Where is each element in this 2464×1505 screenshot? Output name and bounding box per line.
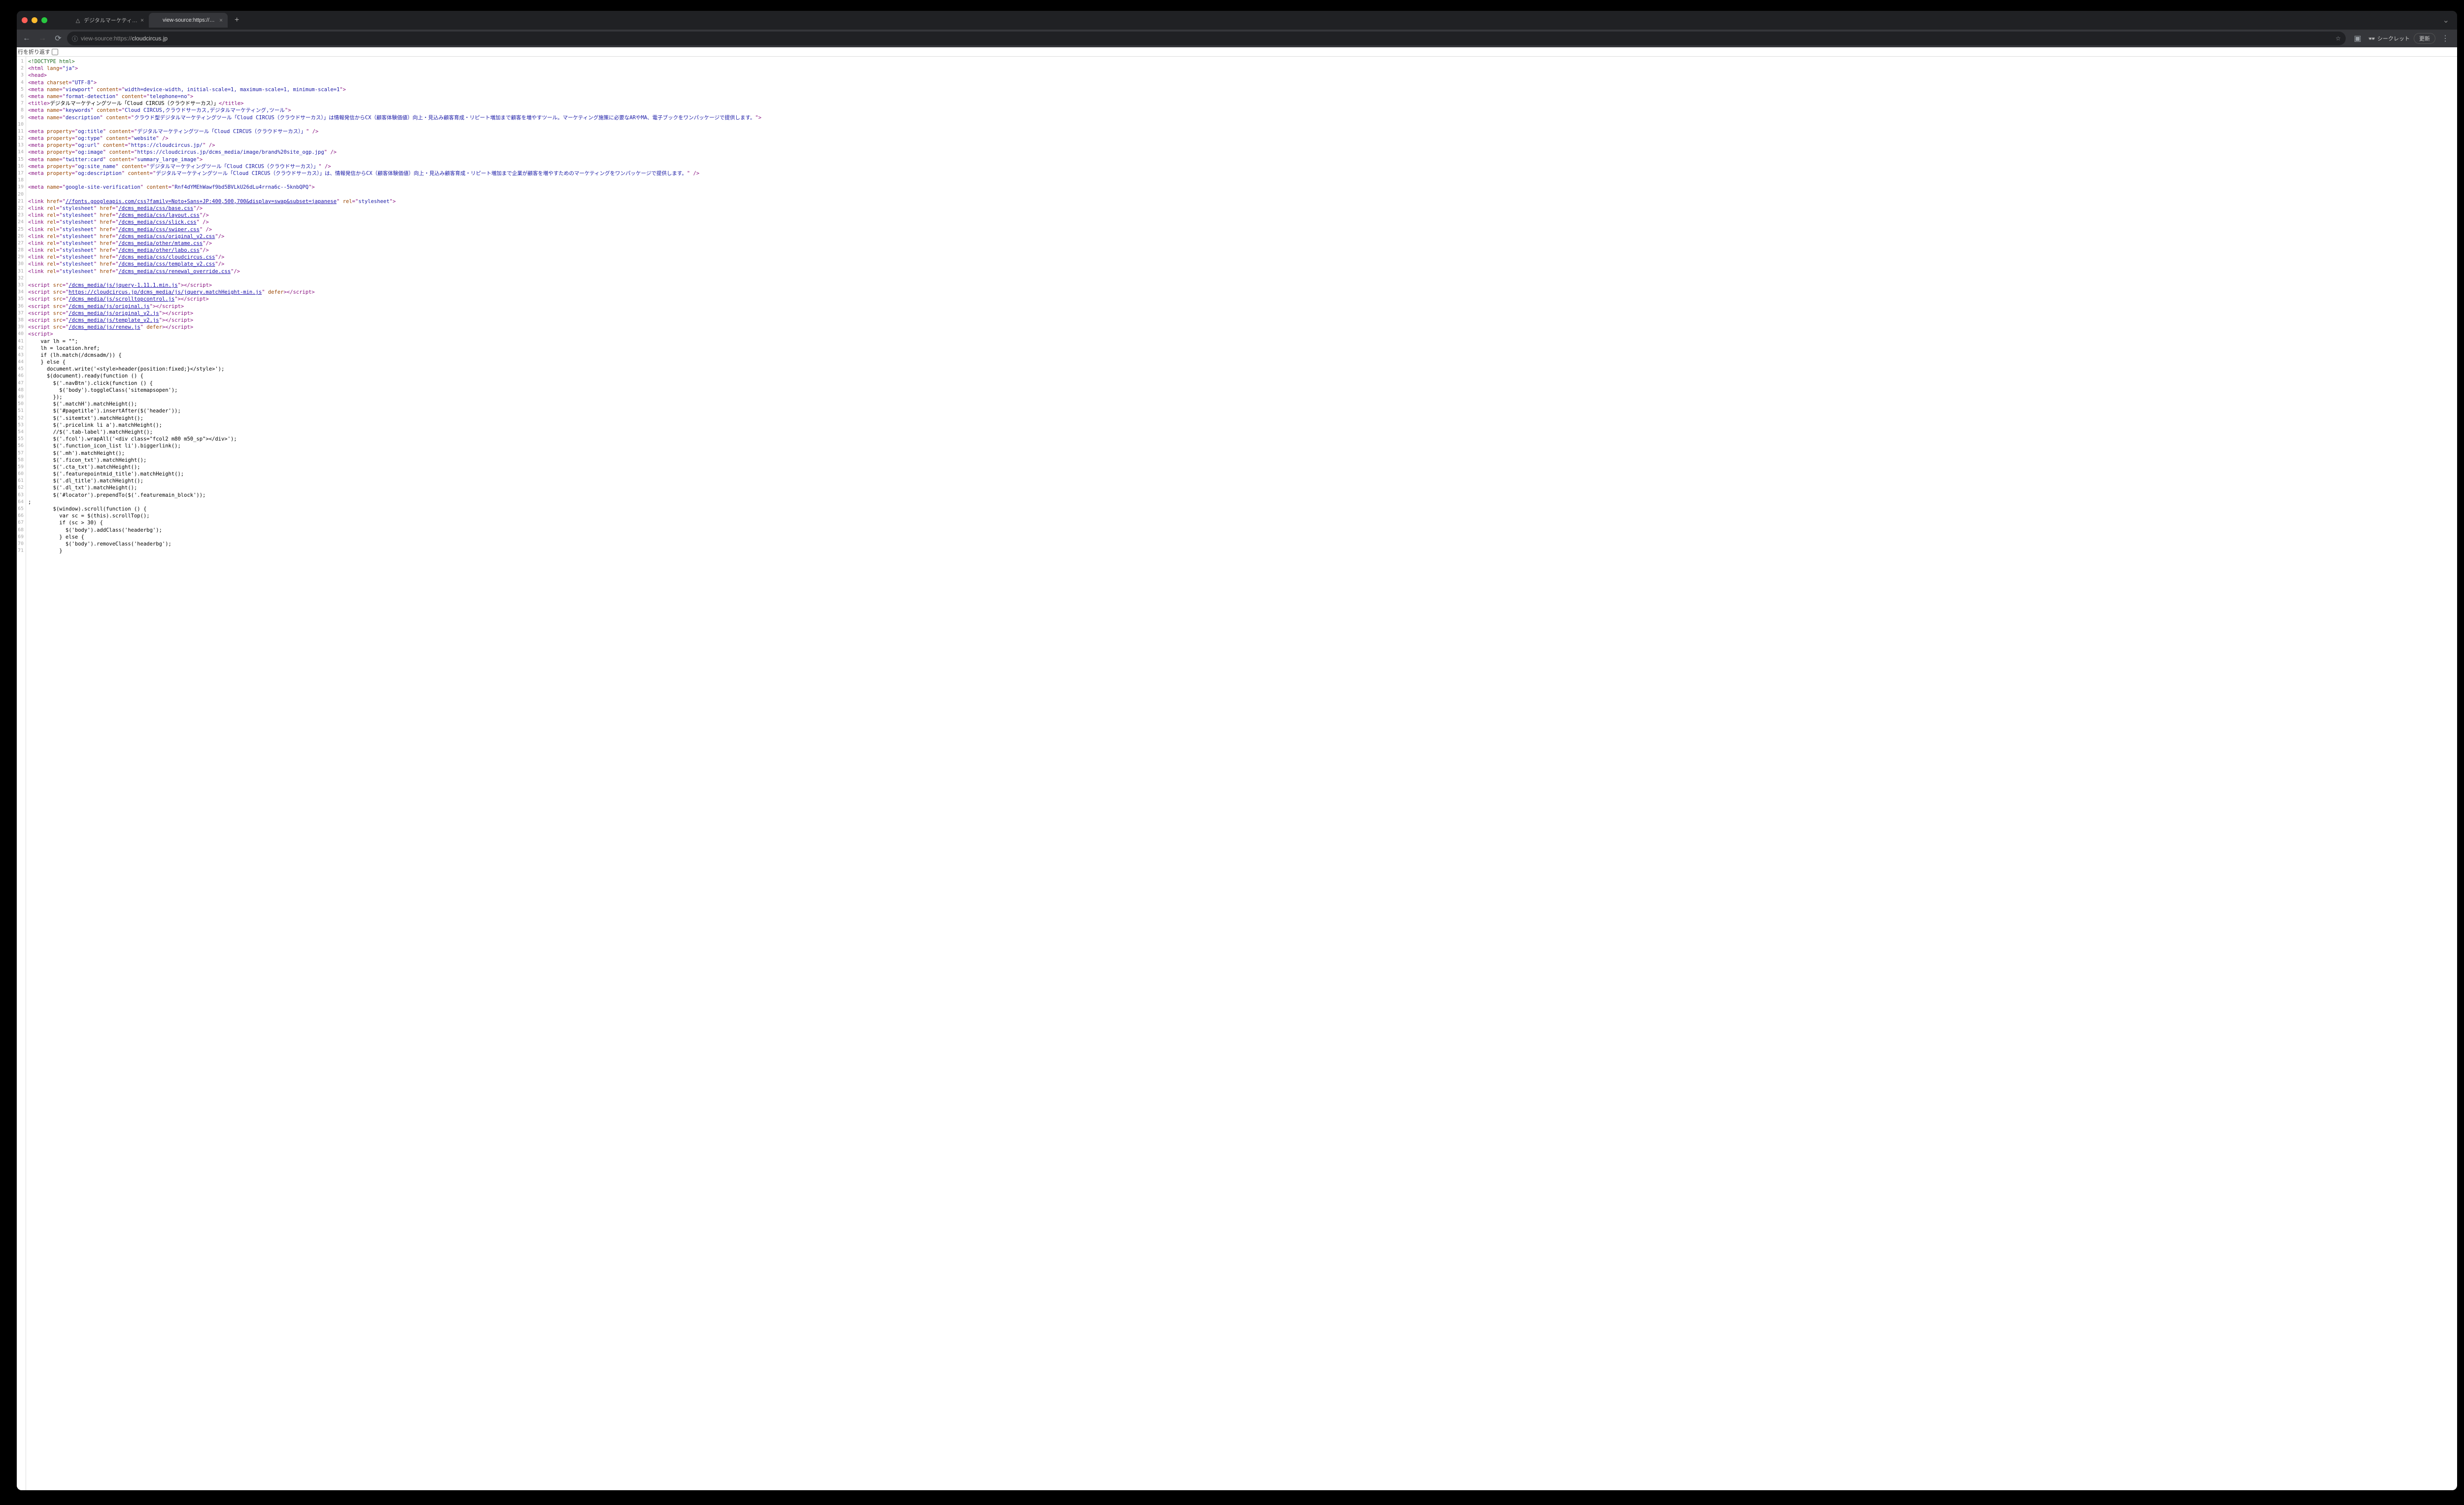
tab-0[interactable]: △デジタルマーケティングツール「C× [70, 13, 149, 28]
line-wrap-label: 行を折り返す [18, 48, 50, 56]
new-tab-button[interactable]: + [231, 16, 243, 25]
titlebar: △デジタルマーケティングツール「C×view-source:https://cl… [17, 11, 2457, 30]
close-window-button[interactable] [22, 17, 28, 23]
tab-close-icon[interactable]: × [219, 17, 223, 24]
line-number-gutter: 1234567891011121314151617181920212223242… [17, 57, 26, 1490]
minimize-window-button[interactable] [32, 17, 37, 23]
tabs-dropdown-button[interactable]: ⌄ [2440, 15, 2452, 25]
tab-close-icon[interactable]: × [140, 17, 144, 24]
tab-strip: △デジタルマーケティングツール「C×view-source:https://cl… [70, 11, 228, 30]
address-bar[interactable]: ⓘ view-source:https://cloudcircus.jp ☆ [67, 32, 2346, 45]
tab-1[interactable]: view-source:https://cloudcircu× [149, 13, 228, 28]
traffic-lights [22, 17, 47, 23]
incognito-badge: 🕶 シークレット [2368, 34, 2410, 42]
update-button[interactable]: 更新 [2414, 33, 2435, 44]
bookmark-star-icon[interactable]: ☆ [2335, 35, 2341, 42]
tab-favicon-icon: △ [75, 17, 81, 23]
tab-title: デジタルマーケティングツール「C [84, 16, 137, 24]
toolbar-right: ▣ 🕶 シークレット 更新 ⋮ [2348, 32, 2454, 45]
tab-favicon-icon [154, 17, 160, 23]
incognito-icon: 🕶 [2368, 35, 2375, 42]
address-text: view-source:https://cloudcircus.jp [81, 35, 168, 42]
content-area: 行を折り返す 123456789101112131415161718192021… [17, 47, 2457, 1490]
incognito-label: シークレット [2377, 34, 2410, 42]
site-info-icon[interactable]: ⓘ [72, 34, 78, 43]
menu-button[interactable]: ⋮ [2439, 34, 2451, 43]
back-button[interactable]: ← [20, 32, 34, 45]
source-code: <!DOCTYPE html><html lang="ja"><head><me… [26, 57, 763, 1490]
line-wrap-checkbox[interactable] [52, 49, 58, 55]
forward-button[interactable]: → [35, 32, 49, 45]
browser-window: △デジタルマーケティングツール「C×view-source:https://cl… [17, 11, 2457, 1490]
source-view[interactable]: 1234567891011121314151617181920212223242… [17, 57, 2457, 1490]
extensions-icon[interactable]: ▣ [2351, 32, 2364, 45]
tab-title: view-source:https://cloudcircu [163, 17, 216, 23]
maximize-window-button[interactable] [41, 17, 47, 23]
reload-button[interactable]: ⟳ [51, 32, 65, 45]
line-wrap-control: 行を折り返す [17, 47, 2457, 57]
toolbar: ← → ⟳ ⓘ view-source:https://cloudcircus.… [17, 30, 2457, 47]
